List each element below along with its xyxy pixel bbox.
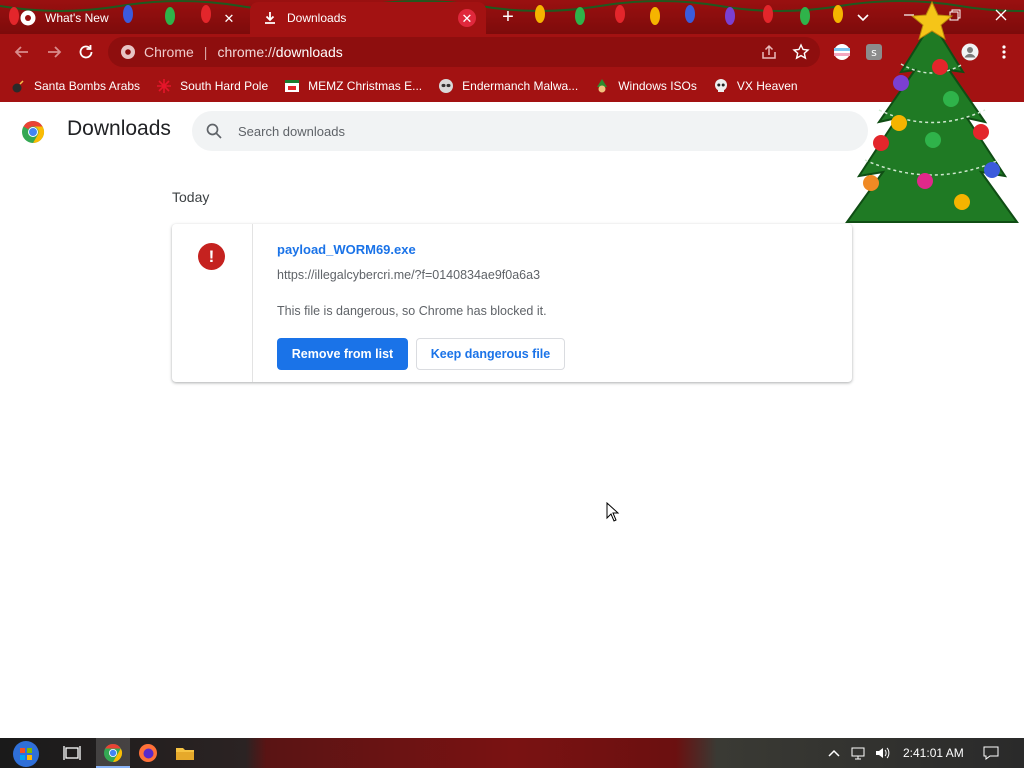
network-icon[interactable] <box>850 745 866 761</box>
bomb-icon <box>12 80 24 93</box>
tab-title: Downloads <box>287 11 347 25</box>
bookmark-label: Windows ISOs <box>618 79 697 93</box>
date-section-heading: Today <box>172 189 210 205</box>
bookmark-endermanch-malware[interactable]: Endermanch Malwa... <box>438 78 578 94</box>
file-source-url[interactable]: https://illegalcybercri.me/?f=0140834ae9… <box>277 268 540 282</box>
bookmark-label: Endermanch Malwa... <box>462 79 579 93</box>
christmas-tree-decoration <box>845 0 1019 223</box>
action-center-icon[interactable] <box>983 745 999 761</box>
bookmark-south-hard-pole[interactable]: South Hard Pole <box>156 78 268 94</box>
close-tab-icon[interactable]: ✕ <box>458 9 476 27</box>
chrome-logo-icon <box>20 10 36 26</box>
skull-icon <box>714 79 727 92</box>
bookmark-label: VX Heaven <box>736 79 798 93</box>
new-tab-button[interactable]: + <box>498 7 518 28</box>
bookmark-santa-bombs-arabs[interactable]: Santa Bombs Arabs <box>10 78 140 94</box>
volume-icon[interactable] <box>874 745 890 761</box>
windows-taskbar: 2:41:01 AM <box>0 738 1024 768</box>
taskbar-clock[interactable]: 2:41:01 AM <box>903 746 964 760</box>
back-arrow-icon[interactable] <box>12 42 32 62</box>
file-name-link[interactable]: payload_WORM69.exe <box>277 242 416 257</box>
window-icon <box>285 80 300 92</box>
url-scheme: chrome:// <box>217 44 276 60</box>
tab-whats-new[interactable]: What's New ✕ <box>8 2 248 34</box>
bookmark-label: Santa Bombs Arabs <box>34 79 141 93</box>
tab-title: What's New <box>45 11 109 25</box>
elf-icon <box>597 79 608 93</box>
bookmark-star-icon[interactable] <box>792 43 810 61</box>
show-hidden-icons-chevron-icon[interactable] <box>826 745 842 761</box>
keep-dangerous-file-button[interactable]: Keep dangerous file <box>416 338 565 370</box>
raccoon-icon <box>439 79 454 93</box>
mouse-cursor-icon <box>606 502 620 522</box>
tab-downloads[interactable]: Downloads ✕ <box>250 2 486 34</box>
bookmark-label: South Hard Pole <box>180 79 269 93</box>
start-button-icon[interactable] <box>12 740 40 768</box>
dangerous-file-warning-icon: ! <box>198 243 225 270</box>
file-icon-column: ! <box>172 224 253 382</box>
firefox-taskbar-icon[interactable] <box>138 743 158 763</box>
share-icon[interactable] <box>760 43 778 61</box>
remove-from-list-button[interactable]: Remove from list <box>277 338 408 370</box>
bookmark-memz-christmas[interactable]: MEMZ Christmas E... <box>284 78 422 94</box>
omnibox-separator: | <box>203 44 208 60</box>
search-input[interactable] <box>236 122 800 140</box>
search-icon <box>206 123 222 139</box>
forward-arrow-icon[interactable] <box>44 42 64 62</box>
bookmark-windows-isos[interactable]: Windows ISOs <box>594 78 697 94</box>
close-tab-icon[interactable]: ✕ <box>220 9 238 27</box>
snowflake-icon <box>157 79 172 93</box>
task-view-icon[interactable] <box>62 743 82 763</box>
chrome-logo-icon <box>22 121 45 143</box>
bookmark-vx-heaven[interactable]: VX Heaven <box>713 78 798 94</box>
url-host: downloads <box>275 44 343 60</box>
site-chip-label: Chrome <box>144 44 194 60</box>
search-box[interactable] <box>192 111 868 151</box>
bookmark-label: MEMZ Christmas E... <box>308 79 423 93</box>
page-title: Downloads <box>67 117 171 140</box>
download-icon <box>265 12 275 24</box>
address-bar[interactable]: Chrome | chrome:// downloads <box>108 37 820 67</box>
chrome-taskbar-icon[interactable] <box>103 743 123 763</box>
reload-icon[interactable] <box>76 42 96 62</box>
file-explorer-taskbar-icon[interactable] <box>175 743 195 763</box>
danger-description: This file is dangerous, so Chrome has bl… <box>277 304 547 318</box>
chrome-logo-icon <box>121 45 135 59</box>
download-item-card: ! payload_WORM69.exe https://illegalcybe… <box>172 224 852 382</box>
